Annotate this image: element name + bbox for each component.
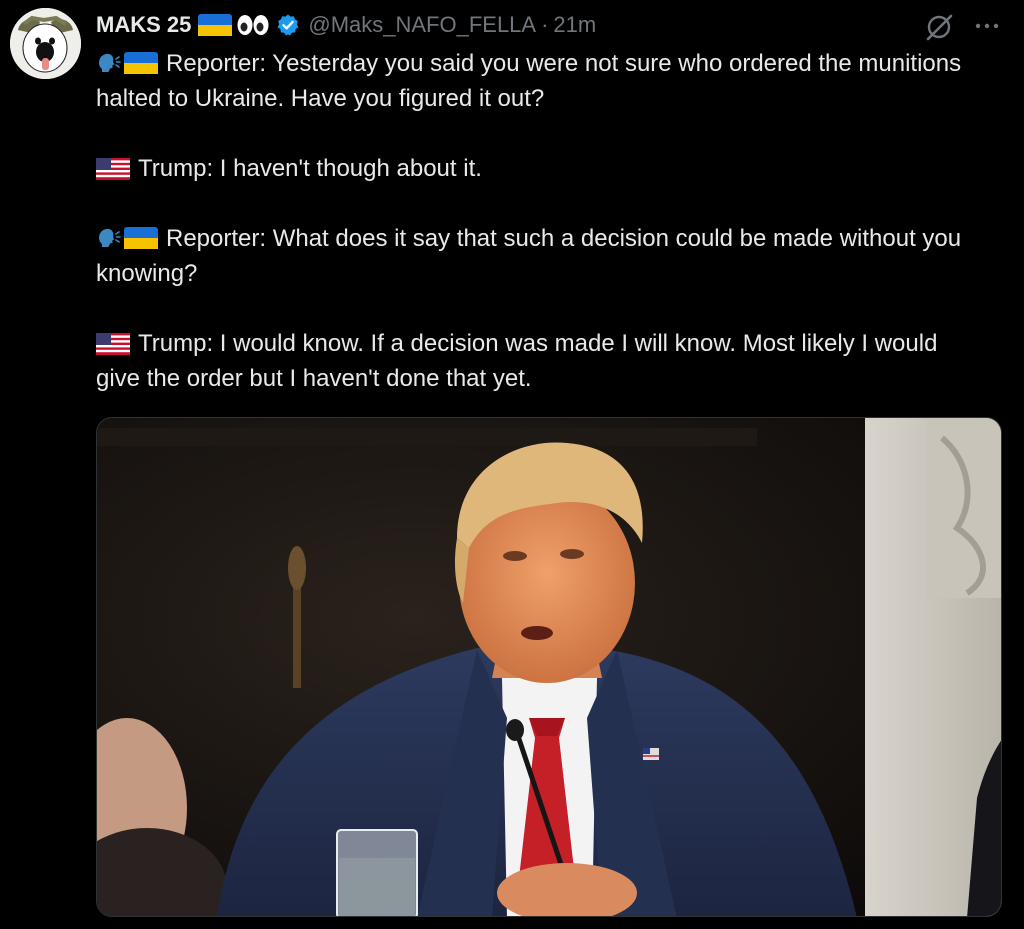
tweet-media-photo[interactable] [96, 417, 1002, 917]
photo-illustration [97, 418, 1001, 916]
avatar[interactable] [10, 8, 81, 79]
tweet-line-3-text: Reporter: What does it say that such a d… [96, 225, 962, 287]
tweet-line-1: Reporter: Yesterday you said you were no… [96, 46, 976, 116]
us-flag-icon [96, 333, 130, 355]
tweet-text: Reporter: Yesterday you said you were no… [96, 46, 976, 396]
separator-dot: · [541, 12, 549, 37]
line-2-icons [96, 158, 130, 180]
tweet-line-4-text: Trump: I would know. If a decision was m… [96, 330, 938, 392]
display-name[interactable]: MAKS 25 [96, 12, 191, 38]
timestamp[interactable]: 21m [553, 12, 596, 38]
tweet-header: MAKS 25 @Maks_NAFO_FELLA · 21m [96, 8, 596, 42]
tweet-line-3: Reporter: What does it say that such a d… [96, 221, 976, 291]
tweet-line-2: Trump: I haven't though about it. [96, 151, 976, 186]
more-icon[interactable] [970, 12, 1004, 40]
tweet-line-2-text: Trump: I haven't though about it. [138, 155, 482, 182]
user-handle[interactable]: @Maks_NAFO_FELLA [308, 12, 536, 38]
speaking-head-icon [99, 53, 121, 72]
eyes-icon [237, 15, 269, 35]
tweet-line-1-text: Reporter: Yesterday you said you were no… [96, 50, 962, 112]
line-4-icons [96, 333, 130, 355]
ukraine-flag-icon [124, 227, 158, 249]
grok-icon[interactable] [924, 12, 954, 42]
name-emojis [198, 14, 270, 36]
tweet-line-4: Trump: I would know. If a decision was m… [96, 326, 976, 396]
us-flag-icon [96, 158, 130, 180]
verified-badge-icon [276, 13, 300, 37]
line-3-icons [96, 226, 158, 250]
ukraine-flag-icon [198, 14, 233, 36]
tweet[interactable]: MAKS 25 @Maks_NAFO_FELLA · 21m Reporter:… [0, 0, 1024, 929]
speaking-head-icon [99, 228, 121, 247]
line-1-icons [96, 51, 158, 75]
ukraine-flag-icon [124, 52, 158, 74]
avatar-image [10, 8, 81, 79]
